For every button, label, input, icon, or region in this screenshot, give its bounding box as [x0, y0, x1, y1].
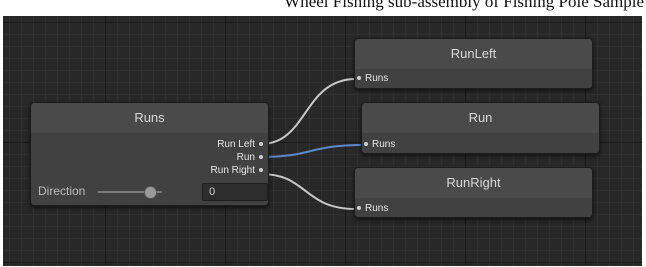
- output-port-label: Run Left: [217, 139, 255, 150]
- run-right-node-title: RunRight: [355, 168, 592, 198]
- output-port-run-right[interactable]: Run Right: [211, 165, 263, 177]
- port-dot-icon[interactable]: [259, 168, 263, 173]
- port-dot-icon[interactable]: [364, 142, 368, 147]
- output-port-label: Run: [236, 152, 255, 163]
- direction-value-field[interactable]: 0: [202, 183, 268, 201]
- run-left-node[interactable]: RunLeft Runs: [354, 38, 593, 89]
- run-left-node-title: RunLeft: [355, 39, 592, 69]
- direction-parameter-label: Direction: [38, 184, 86, 198]
- cropped-caption: Wheel Fishing sub-assembly of Fishing Po…: [284, 0, 644, 11]
- input-port-runs[interactable]: Runs: [357, 203, 388, 215]
- input-port-label: Runs: [372, 139, 396, 150]
- input-port-runs[interactable]: Runs: [357, 73, 388, 85]
- port-dot-icon[interactable]: [357, 76, 361, 81]
- input-port-label: Runs: [365, 203, 389, 214]
- output-port-run-left[interactable]: Run Left: [217, 139, 263, 151]
- run-right-node[interactable]: RunRight Runs: [354, 167, 593, 218]
- wire-run-right: [260, 173, 357, 210]
- input-port-runs[interactable]: Runs: [364, 139, 395, 151]
- direction-slider-thumb[interactable]: [144, 186, 157, 199]
- port-dot-icon[interactable]: [259, 155, 263, 160]
- input-port-label: Runs: [365, 73, 389, 84]
- output-port-run[interactable]: Run: [237, 152, 263, 164]
- cropped-caption-strip: Wheel Fishing sub-assembly of Fishing Po…: [0, 0, 646, 17]
- port-dot-icon[interactable]: [357, 206, 361, 211]
- wire-run-left: [260, 78, 357, 145]
- wire-run: [260, 144, 364, 158]
- run-node[interactable]: Run Runs: [361, 102, 600, 154]
- graph-canvas[interactable]: Runs Run Left Run Run Right Direction 0 …: [3, 16, 642, 266]
- run-node-title: Run: [362, 103, 599, 133]
- runs-node[interactable]: Runs Run Left Run Run Right Direction 0: [30, 102, 269, 206]
- port-dot-icon[interactable]: [259, 142, 263, 147]
- output-port-label: Run Right: [210, 165, 255, 176]
- runs-node-title: Runs: [31, 103, 268, 133]
